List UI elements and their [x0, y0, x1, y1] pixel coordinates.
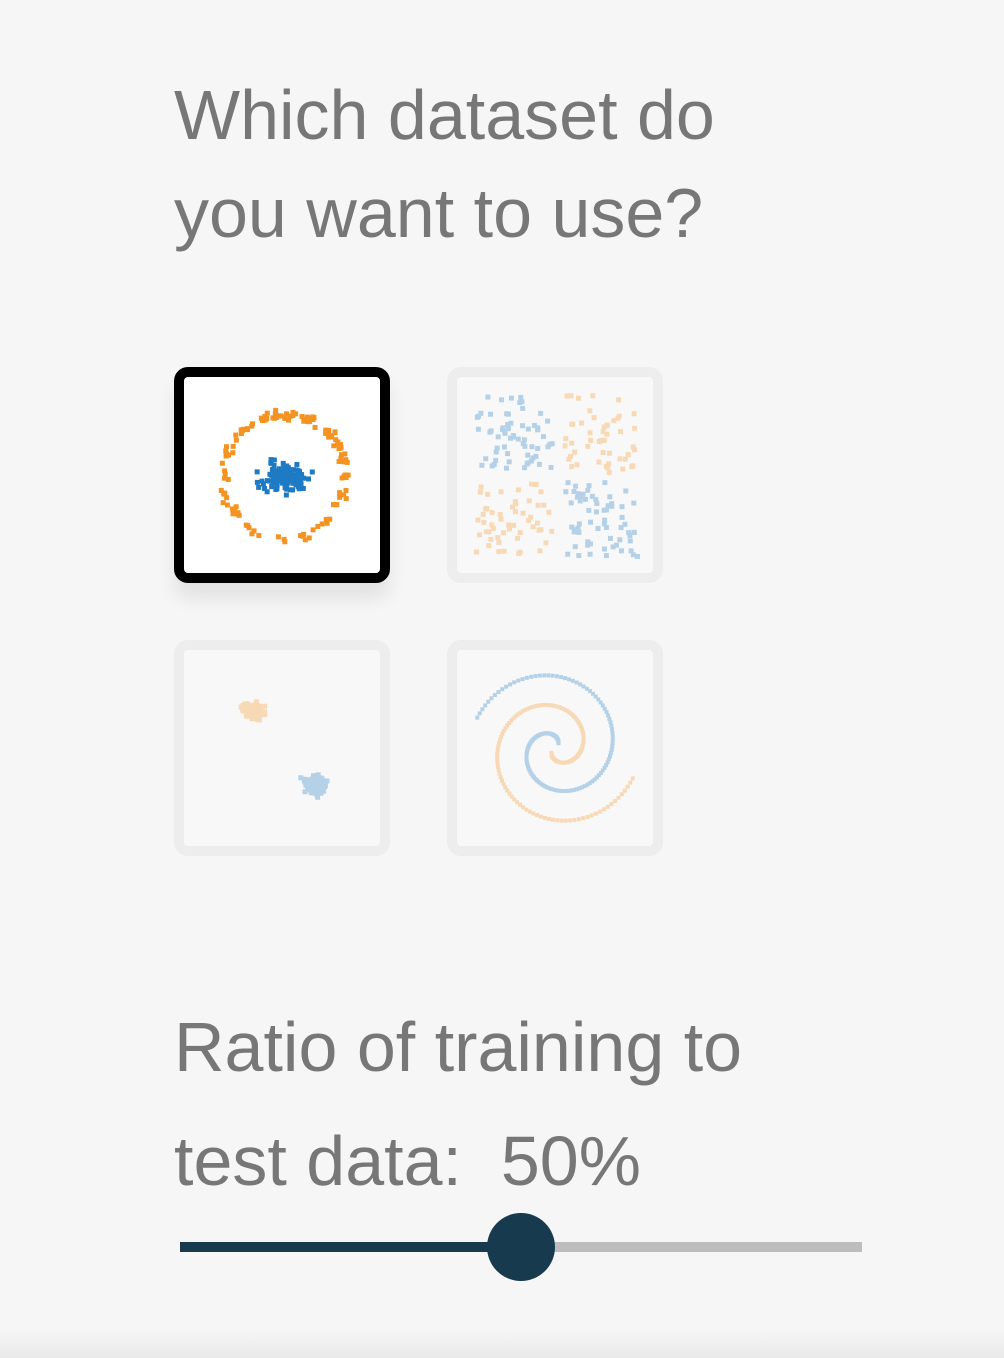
dataset-xor-thumbnail[interactable]	[447, 367, 663, 583]
circle-dataset-icon	[218, 407, 351, 545]
dataset-heading: Which dataset do you want to use?	[174, 66, 874, 262]
bottom-divider	[0, 1328, 1004, 1358]
slider-thumb[interactable]	[487, 1213, 555, 1281]
ratio-label-line1: Ratio of training to	[174, 1008, 743, 1086]
dataset-heading-line1: Which dataset do	[174, 76, 715, 154]
dataset-spiral-thumbnail[interactable]	[447, 640, 663, 856]
dataset-heading-line2: you want to use?	[174, 174, 704, 252]
ratio-slider[interactable]	[180, 1212, 862, 1282]
gaussian-dataset-icon	[238, 699, 330, 800]
ratio-label: Ratio of training to test data: 50%	[174, 990, 934, 1218]
xor-dataset-icon	[473, 393, 640, 559]
dataset-gaussian-thumbnail[interactable]	[174, 640, 390, 856]
data-panel: Which dataset do you want to use? Ratio …	[0, 0, 1004, 1358]
slider-fill	[180, 1242, 521, 1252]
dataset-circle-thumbnail[interactable]	[174, 367, 390, 583]
ratio-label-line2: test data: 50%	[174, 1104, 934, 1218]
ratio-label-prefix: test data:	[174, 1122, 501, 1200]
spiral-dataset-icon	[475, 673, 635, 823]
ratio-value: 50%	[500, 1122, 641, 1200]
